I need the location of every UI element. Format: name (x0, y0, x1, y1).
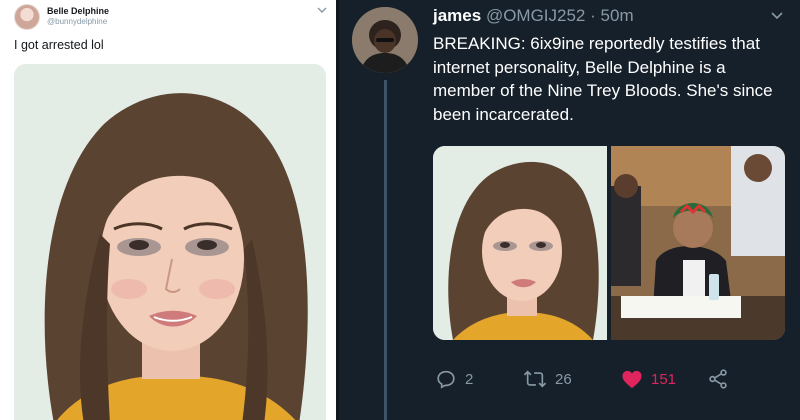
left-tweet-panel: Belle Delphine @bunnydelphine I got arre… (0, 0, 336, 420)
retweet-button[interactable]: 26 (523, 366, 572, 392)
thread-line (384, 80, 387, 420)
selfie-illustration (433, 146, 607, 340)
avatar[interactable] (14, 4, 40, 30)
courtroom-illustration (611, 146, 785, 340)
share-icon (709, 369, 727, 389)
reply-count: 2 (465, 370, 474, 388)
author-name[interactable]: Belle Delphine (47, 6, 109, 16)
author-handle[interactable]: @OMGIJ252 (486, 6, 585, 25)
media-photo[interactable] (611, 146, 785, 340)
retweet-icon (523, 370, 547, 388)
tweet-text: I got arrested lol (14, 38, 104, 52)
like-count: 151 (651, 370, 677, 388)
chevron-down-icon[interactable] (316, 4, 328, 16)
tweet-actions: 2 26 151 (435, 366, 775, 392)
heart-icon (622, 370, 642, 389)
author-handle[interactable]: @bunnydelphine (47, 17, 107, 26)
tweet-text: BREAKING: 6ix9ine reportedly testifies t… (433, 34, 773, 124)
media-photo[interactable] (433, 146, 607, 340)
tweet-photo[interactable] (14, 64, 326, 420)
right-tweet-panel: james @OMGIJ252 · 50m BREAKING: 6ix9ine … (339, 0, 800, 420)
reply-icon (437, 370, 455, 389)
tweet-time[interactable]: 50m (601, 6, 634, 25)
tweet-header: james @OMGIJ252 · 50m (433, 6, 634, 26)
share-button[interactable] (707, 366, 729, 392)
author-name[interactable]: james (433, 6, 481, 25)
retweet-count: 26 (555, 370, 572, 388)
header-separator: · (590, 6, 596, 25)
selfie-illustration (14, 64, 326, 420)
like-button[interactable]: 151 (621, 366, 676, 392)
avatar-illustration (352, 7, 418, 73)
reply-button[interactable]: 2 (435, 366, 473, 392)
avatar[interactable] (352, 7, 418, 73)
tweet-media[interactable] (433, 146, 785, 340)
chevron-down-icon[interactable] (769, 8, 785, 24)
